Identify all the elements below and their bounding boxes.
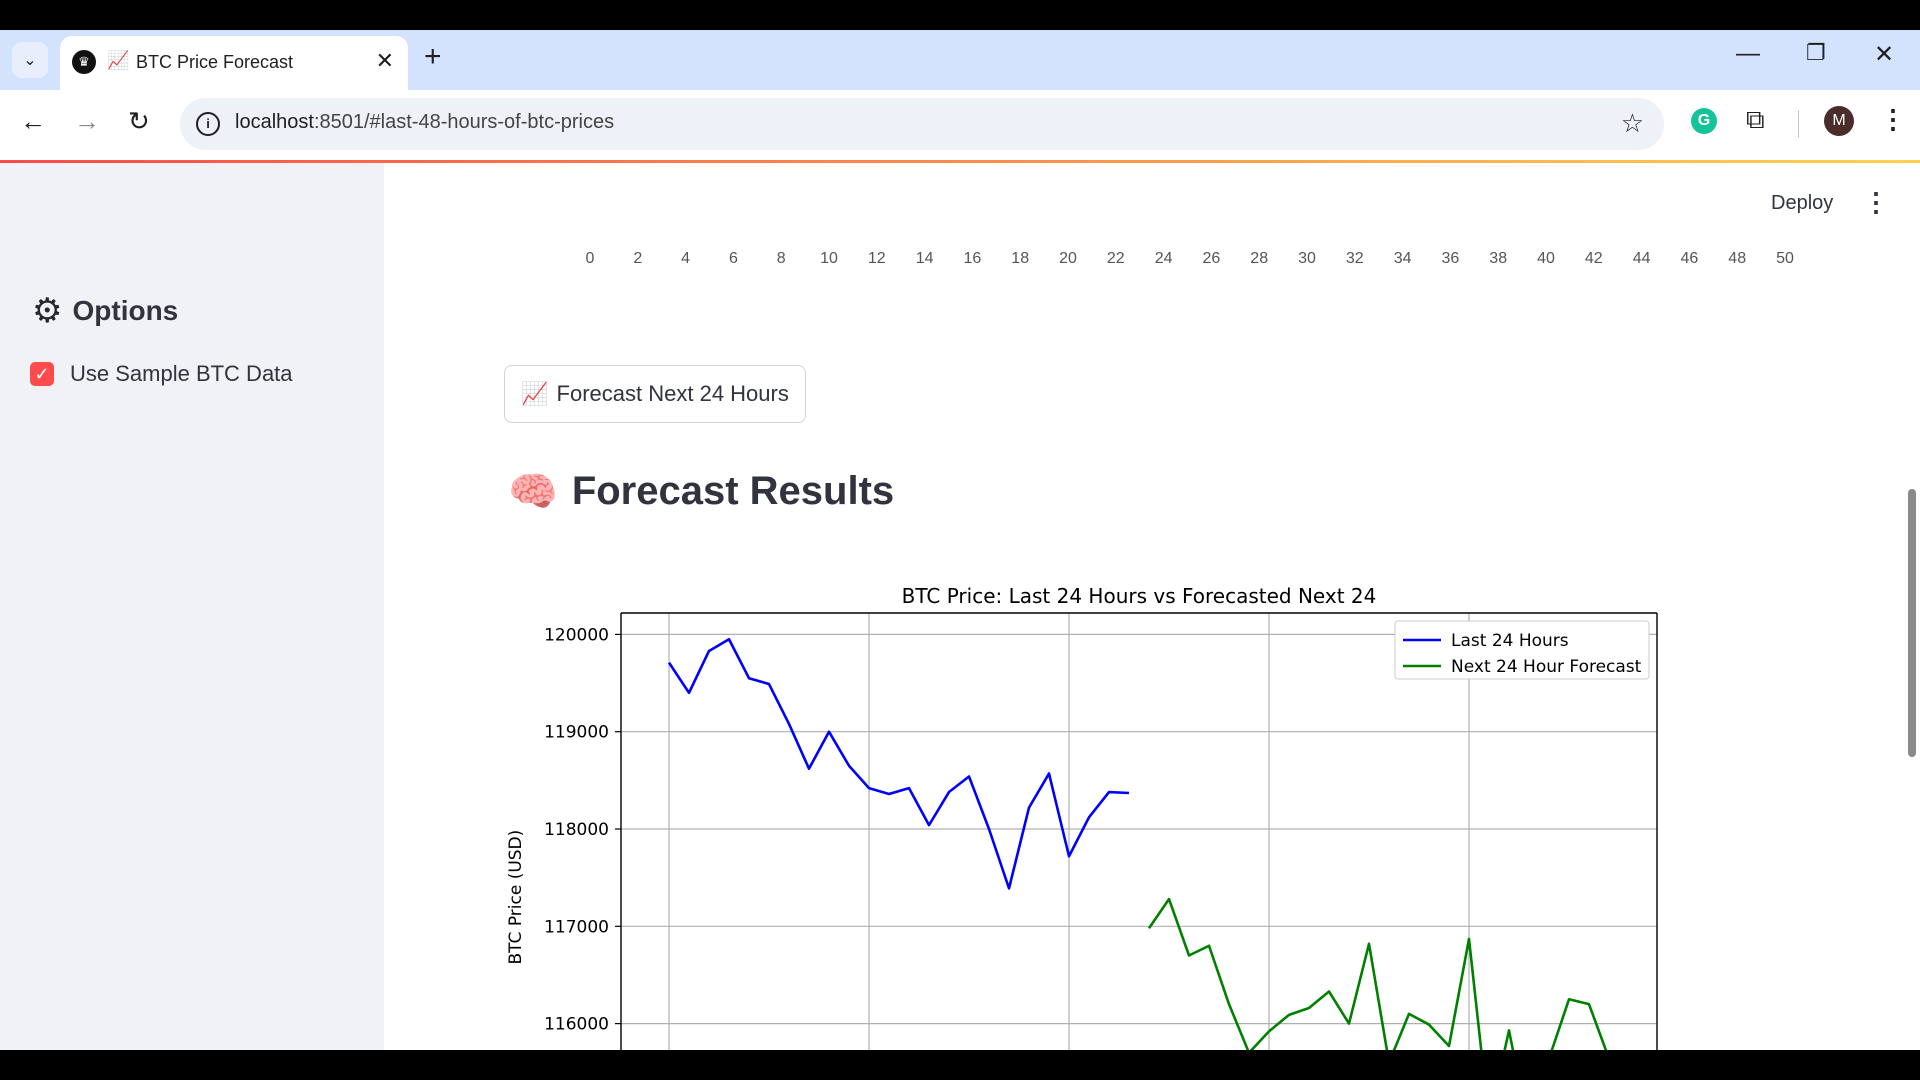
prev-x-tick-label: 18 <box>1011 250 1030 267</box>
extensions-puzzle-icon[interactable]: ⧉ <box>1746 104 1765 136</box>
url-text[interactable]: localhost:8501/#last-48-hours-of-btc-pri… <box>235 111 614 134</box>
y-tick-label: 118000 <box>544 820 609 840</box>
sample-data-checkbox[interactable]: ✓ Use Sample BTC Data <box>30 361 293 387</box>
y-tick-label: 120000 <box>544 625 609 645</box>
url-host: localhost <box>235 111 314 133</box>
tab-title: BTC Price Forecast <box>136 52 294 72</box>
prev-x-tick-label: 10 <box>820 250 838 267</box>
brain-icon: 🧠 <box>508 470 558 514</box>
tab-emoji-icon: 📈 <box>107 50 130 70</box>
chevron-down-icon: ⌄ <box>23 52 37 69</box>
prev-x-tick-label: 16 <box>963 250 982 267</box>
forecast-chart: 116000 117000 118000 119000 120000 BTC Price:… <box>506 584 1658 1050</box>
prev-x-tick-label: 0 <box>585 250 595 267</box>
sidebar-heading-text: Options <box>72 295 179 326</box>
prev-x-tick-label: 30 <box>1298 250 1316 267</box>
prev-x-tick-label: 36 <box>1441 250 1460 267</box>
results-heading-text: Forecast Results <box>571 469 895 513</box>
main-content: Deploy ⋮ 0 2 4 6 8 10 12 14 16 18 20 22 24 26 28 30 32 34… <box>384 163 1904 1050</box>
deploy-button[interactable]: Deploy <box>1771 192 1833 215</box>
prev-x-tick-label: 26 <box>1202 250 1221 267</box>
reload-icon[interactable]: ↻ <box>128 106 150 137</box>
prev-x-tick-label: 24 <box>1154 250 1173 267</box>
page-scrollbar[interactable] <box>1904 163 1920 1050</box>
app-menu-icon[interactable]: ⋮ <box>1863 187 1889 218</box>
prev-x-tick-label: 2 <box>633 250 643 267</box>
prev-x-tick-label: 6 <box>728 250 738 267</box>
chart-increasing-icon: 📈 <box>521 381 549 406</box>
prev-x-tick-label: 12 <box>867 250 886 267</box>
scrollbar-thumb[interactable] <box>1908 489 1916 757</box>
prev-x-tick-label: 4 <box>681 250 691 267</box>
y-tick-label: 117000 <box>544 917 609 937</box>
browser-toolbar: ← → ↻ i localhost:8501/#last-48-hours-of… <box>0 90 1920 160</box>
y-tick-label: 119000 <box>544 723 609 743</box>
prev-x-tick-label: 8 <box>776 250 786 267</box>
prev-x-tick-label: 50 <box>1776 250 1794 267</box>
checkbox-checked-icon[interactable]: ✓ <box>30 362 54 386</box>
grammarly-extension-icon[interactable]: G <box>1691 108 1717 134</box>
site-info-icon[interactable]: i <box>196 112 220 136</box>
browser-menu-icon[interactable]: ⋮ <box>1880 104 1906 135</box>
prev-x-tick-label: 42 <box>1584 250 1603 267</box>
window-minimize-icon[interactable]: — <box>1736 40 1760 68</box>
prev-x-tick-label: 46 <box>1680 250 1699 267</box>
back-arrow-icon[interactable]: ← <box>20 106 46 137</box>
sidebar: ⚙ Options ✓ Use Sample BTC Data <box>0 163 384 1050</box>
tab-close-icon[interactable]: ✕ <box>376 48 394 74</box>
bookmark-star-icon[interactable]: ☆ <box>1621 108 1644 139</box>
legend-label: Last 24 Hours <box>1451 631 1569 651</box>
screen: ⌄ ♛ 📈 BTC Price Forecast ✕ + — ❐ ✕ ← → ↻… <box>0 30 1920 1050</box>
forward-arrow-icon[interactable]: → <box>74 106 100 137</box>
profile-avatar[interactable]: M <box>1824 106 1854 136</box>
browser-tab-strip: ⌄ ♛ 📈 BTC Price Forecast ✕ + — ❐ ✕ <box>0 30 1920 90</box>
prev-x-tick-label: 44 <box>1632 250 1651 267</box>
window-close-icon[interactable]: ✕ <box>1874 40 1894 69</box>
prev-x-tick-label: 40 <box>1537 250 1555 267</box>
url-path: :8501/#last-48-hours-of-btc-prices <box>313 111 615 133</box>
prev-x-tick-label: 28 <box>1250 250 1269 267</box>
series-line-next-24-forecast <box>1147 897 1608 1050</box>
previous-chart-x-axis: 0 2 4 6 8 10 12 14 16 18 20 22 24 26 28 30 32 34 36 38 40 42 4… <box>384 250 1904 274</box>
y-tick-label: 116000 <box>544 1015 609 1035</box>
legend-label: Next 24 Hour Forecast <box>1451 657 1642 677</box>
chart-title: BTC Price: Last 24 Hours vs Forecasted N… <box>902 584 1377 608</box>
prev-x-tick-label: 48 <box>1728 250 1747 267</box>
prev-x-tick-label: 20 <box>1059 250 1077 267</box>
y-axis-label: BTC Price (USD) <box>506 830 526 965</box>
prev-x-tick-label: 14 <box>915 250 934 267</box>
prev-x-tick-label: 32 <box>1345 250 1364 267</box>
gear-icon: ⚙ <box>32 292 63 330</box>
forecast-button-label: Forecast Next 24 Hours <box>556 381 789 406</box>
new-tab-plus-icon[interactable]: + <box>424 40 442 74</box>
tab-search-button[interactable]: ⌄ <box>12 42 48 78</box>
checkbox-label: Use Sample BTC Data <box>70 361 293 386</box>
streamlit-favicon-icon: ♛ <box>72 50 96 74</box>
address-bar[interactable]: i localhost:8501/#last-48-hours-of-btc-p… <box>180 98 1664 150</box>
browser-tab[interactable]: ♛ 📈 BTC Price Forecast ✕ <box>60 36 408 90</box>
results-heading: 🧠 Forecast Results <box>508 468 894 515</box>
prev-x-tick-label: 34 <box>1393 250 1412 267</box>
window-restore-icon[interactable]: ❐ <box>1806 40 1826 66</box>
prev-x-tick-label: 38 <box>1489 250 1508 267</box>
prev-x-tick-label: 22 <box>1106 250 1125 267</box>
forecast-button[interactable]: 📈 Forecast Next 24 Hours <box>504 365 806 423</box>
toolbar-divider <box>1798 110 1799 138</box>
sidebar-heading: ⚙ Options <box>32 291 178 331</box>
series-line-last-24-hours <box>667 637 1130 890</box>
